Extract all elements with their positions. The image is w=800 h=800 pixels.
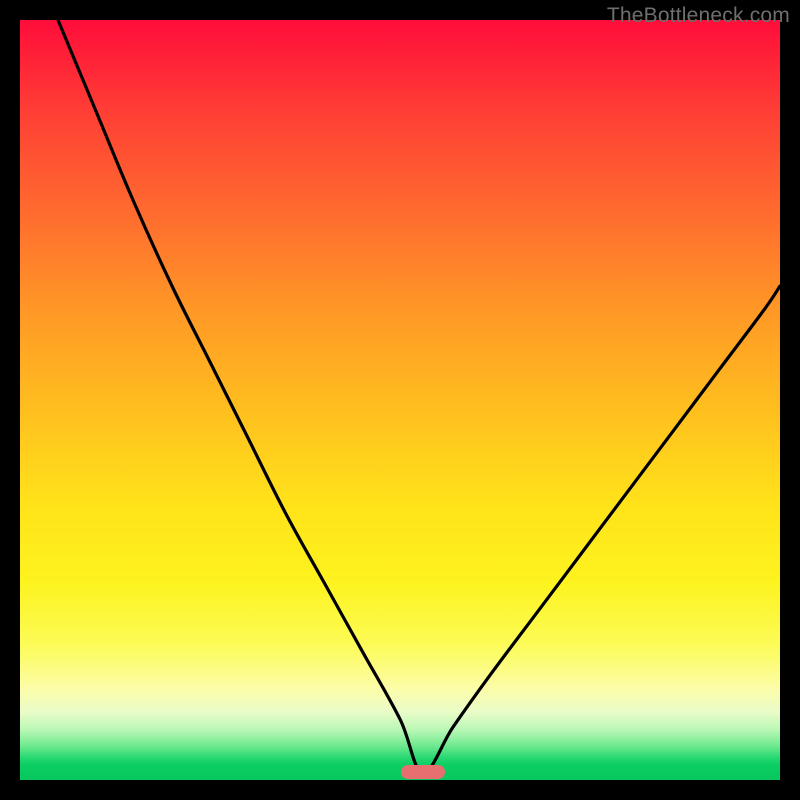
plot-area xyxy=(20,20,780,780)
watermark-text: TheBottleneck.com xyxy=(607,4,790,28)
chart-frame xyxy=(20,20,780,780)
minimum-marker xyxy=(401,765,445,779)
gradient-background xyxy=(20,20,780,780)
